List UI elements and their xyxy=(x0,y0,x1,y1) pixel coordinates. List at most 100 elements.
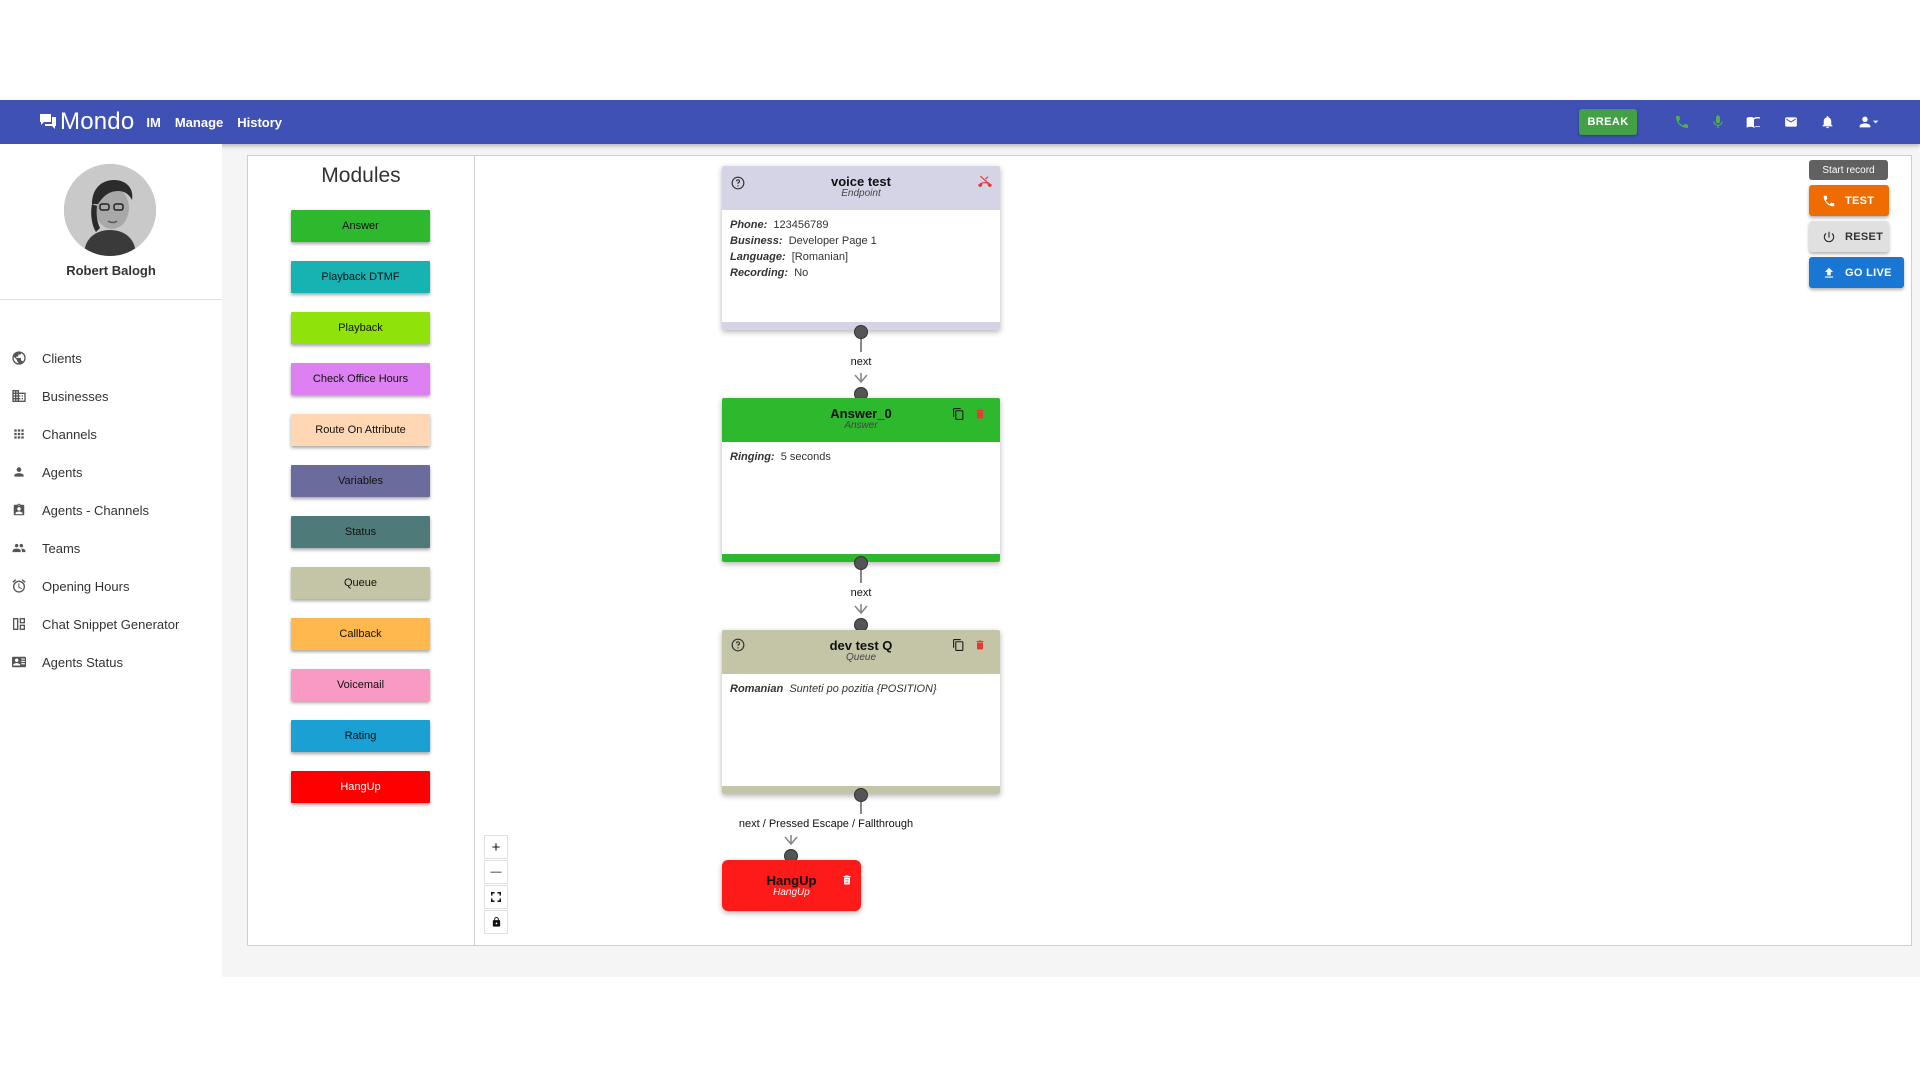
field-row: Business: Developer Page 1 xyxy=(730,233,877,249)
sidebar-item-opening-hours[interactable]: Opening Hours xyxy=(0,571,222,601)
sidebar-item-channels[interactable]: Channels xyxy=(0,419,222,449)
sidebar-item-agents[interactable]: Agents xyxy=(0,457,222,487)
sidebar-item-chat-snippet-generator[interactable]: Chat Snippet Generator xyxy=(0,609,222,639)
business-icon xyxy=(10,387,28,405)
book-open-icon[interactable] xyxy=(1744,112,1764,132)
sidebar-item-agents-status[interactable]: Agents Status xyxy=(0,647,222,677)
arrow-down-icon xyxy=(784,835,798,846)
alarm-icon xyxy=(10,577,28,595)
lock-icon xyxy=(492,916,500,927)
nav-im[interactable]: IM xyxy=(146,115,160,130)
module-answer[interactable]: Answer xyxy=(291,210,430,242)
node-type: Endpoint xyxy=(841,188,881,199)
zoom-out-button[interactable]: — xyxy=(484,860,508,884)
module-route-on-attribute[interactable]: Route On Attribute xyxy=(291,414,430,446)
module-callback[interactable]: Callback xyxy=(291,618,430,650)
sidebar-item-teams[interactable]: Teams xyxy=(0,533,222,563)
sidebar-item-label: Businesses xyxy=(42,388,109,404)
break-button[interactable]: BREAK xyxy=(1579,109,1637,135)
nav-history[interactable]: History xyxy=(237,115,282,130)
fullscreen-icon xyxy=(491,892,501,902)
module-queue[interactable]: Queue xyxy=(291,567,430,599)
lock-button[interactable] xyxy=(484,910,508,934)
sidebar-item-clients[interactable]: Clients xyxy=(0,343,222,373)
modules-panel: Modules Answer Playback DTMF Playback Check… xyxy=(248,156,475,945)
sidebar-item-businesses[interactable]: Businesses xyxy=(0,381,222,411)
endpoint-node[interactable]: voice test Endpoint Phone: 123456789 Bus… xyxy=(722,166,1000,330)
field-key: Ringing: xyxy=(730,451,775,463)
node-title: voice test xyxy=(831,174,891,189)
code-icon xyxy=(10,615,28,633)
module-hangup[interactable]: HangUp xyxy=(291,771,430,803)
module-variables[interactable]: Variables xyxy=(291,465,430,497)
globe-icon xyxy=(10,349,28,367)
reset-button[interactable]: RESET xyxy=(1809,221,1889,252)
output-port[interactable] xyxy=(854,325,868,339)
flow-editor: Modules Answer Playback DTMF Playback Check… xyxy=(247,155,1912,946)
no-recording-icon[interactable] xyxy=(977,175,993,189)
fit-view-button[interactable] xyxy=(484,885,508,909)
queue-node[interactable]: dev test Q Queue Romanian Sunteti po poz… xyxy=(722,630,1000,794)
field-value: 123456789 xyxy=(773,219,829,231)
divider xyxy=(0,299,222,300)
brand-logo[interactable]: Mondo xyxy=(38,108,134,136)
edge-connector xyxy=(860,338,862,352)
edge-label: next / Pressed Escape / Fallthrough xyxy=(738,818,914,830)
brand-name: Mondo xyxy=(60,108,135,135)
module-rating[interactable]: Rating xyxy=(291,720,430,752)
module-playback[interactable]: Playback xyxy=(291,312,430,344)
edge-connector xyxy=(860,800,862,814)
copy-icon[interactable] xyxy=(951,407,965,421)
sidebar-item-label: Agents - Channels xyxy=(42,502,149,518)
contact-badge-icon xyxy=(10,501,28,519)
phone-icon[interactable] xyxy=(1672,112,1692,132)
chat-bubble-icon xyxy=(40,114,56,129)
upload-icon xyxy=(1821,265,1837,281)
go-live-button[interactable]: GO LIVE xyxy=(1809,257,1904,288)
arrow-down-icon xyxy=(854,373,868,384)
microphone-icon[interactable] xyxy=(1708,112,1728,132)
mail-icon[interactable] xyxy=(1781,112,1801,132)
delete-icon[interactable] xyxy=(973,638,987,652)
field-value: No xyxy=(794,267,809,279)
field-row: Romanian Sunteti po pozitia {POSITION} xyxy=(730,681,937,697)
test-label: TEST xyxy=(1845,194,1875,207)
edge-connector xyxy=(860,569,862,583)
user-name: Robert Balogh xyxy=(66,263,156,278)
node-type: HangUp xyxy=(773,887,810,898)
answer-node[interactable]: Answer_0 Answer Ringing: 5 seconds xyxy=(722,398,1000,562)
contact-card-icon xyxy=(10,653,28,671)
node-body: Romanian Sunteti po pozitia {POSITION} xyxy=(730,681,937,697)
sidebar-item-label: Opening Hours xyxy=(42,578,130,594)
modules-title: Modules xyxy=(321,164,401,187)
copy-icon[interactable] xyxy=(951,638,965,652)
module-check-office-hours[interactable]: Check Office Hours xyxy=(291,363,430,395)
sidebar: Robert Balogh Clients Businesses Channel… xyxy=(0,144,222,980)
output-port[interactable] xyxy=(854,788,868,802)
field-row: Language: [Romanian] xyxy=(730,249,877,265)
module-playback-dtmf[interactable]: Playback DTMF xyxy=(291,261,430,293)
hangup-node[interactable]: HangUp HangUp xyxy=(722,860,861,911)
test-button[interactable]: TEST xyxy=(1809,185,1889,216)
module-voicemail[interactable]: Voicemail xyxy=(291,669,430,701)
avatar[interactable] xyxy=(64,164,156,256)
field-row: Recording: No xyxy=(730,265,877,281)
field-key: Business: xyxy=(730,235,783,247)
node-type: Queue xyxy=(845,652,877,663)
delete-icon[interactable] xyxy=(973,407,987,421)
output-port[interactable] xyxy=(854,556,868,570)
bell-icon[interactable] xyxy=(1817,112,1837,132)
sidebar-item-agents-channels[interactable]: Agents - Channels xyxy=(0,495,222,525)
field-value: 5 seconds xyxy=(780,451,831,463)
field-key: Recording: xyxy=(730,267,789,279)
edge-label: next xyxy=(850,356,872,368)
phone-icon xyxy=(1821,193,1837,209)
account-menu-icon[interactable] xyxy=(1851,112,1887,132)
module-status[interactable]: Status xyxy=(291,516,430,548)
nav-manage[interactable]: Manage xyxy=(175,115,223,130)
field-key: Phone: xyxy=(730,219,768,231)
apps-grid-icon xyxy=(10,425,28,443)
field-value: Sunteti po pozitia {POSITION} xyxy=(789,683,937,695)
delete-icon[interactable] xyxy=(840,873,854,887)
zoom-in-button[interactable]: + xyxy=(484,835,508,859)
